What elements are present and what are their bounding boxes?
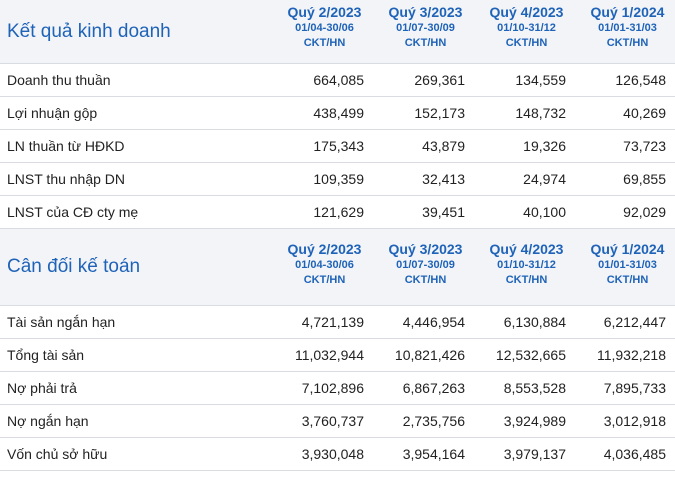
period-header: Quý 2/2023 01/04-30/06 CKT/HN	[274, 0, 375, 63]
row-value: 69,855	[623, 171, 666, 187]
period-range: 01/01-31/03	[598, 22, 657, 34]
period-quarter[interactable]: Quý 1/2024	[577, 241, 675, 257]
row-value: 438,499	[313, 105, 364, 121]
row-value: 11,932,218	[596, 347, 666, 363]
row-value: 3,012,918	[603, 413, 666, 429]
balance-sheet-header: Cân đối kế toán Quý 2/2023 01/04-30/06 C…	[0, 229, 675, 306]
row-value: 269,361	[414, 72, 465, 88]
row-value: 39,451	[422, 204, 465, 220]
row-value: 3,954,164	[402, 446, 465, 462]
table-row: Tài sản ngắn hạn 4,721,139 4,446,954 6,1…	[0, 306, 675, 339]
period-quarter[interactable]: Quý 3/2023	[375, 4, 476, 20]
period-header: Quý 4/2023 01/10-31/12 CKT/HN	[476, 0, 577, 63]
period-quarter[interactable]: Quý 4/2023	[476, 241, 577, 257]
row-value: 10,821,426	[394, 347, 465, 363]
period-quarter[interactable]: Quý 2/2023	[274, 4, 375, 20]
period-quarter[interactable]: Quý 2/2023	[274, 241, 375, 257]
row-value: 7,102,896	[301, 380, 364, 396]
table-row: LNST thu nhập DN 109,359 32,413 24,974 6…	[0, 163, 675, 196]
row-label[interactable]: Vốn chủ sở hữu	[0, 446, 267, 462]
period-unit: CKT/HN	[404, 37, 447, 49]
row-value: 3,924,989	[503, 413, 566, 429]
period-header: Quý 3/2023 01/07-30/09 CKT/HN	[375, 0, 476, 63]
row-label[interactable]: Lợi nhuận gộp	[0, 105, 267, 121]
row-value: 3,979,137	[503, 446, 566, 462]
row-value: 92,029	[623, 204, 666, 220]
row-value: 7,895,733	[603, 380, 666, 396]
table-row: Vốn chủ sở hữu 3,930,048 3,954,164 3,979…	[0, 438, 675, 471]
row-label[interactable]: Tổng tài sản	[0, 347, 267, 363]
row-value: 152,173	[414, 105, 465, 121]
income-statement-section: Kết quả kinh doanh Quý 2/2023 01/04-30/0…	[0, 0, 675, 229]
row-value: 40,269	[623, 105, 666, 121]
period-unit: CKT/HN	[606, 274, 649, 286]
row-value: 4,721,139	[301, 314, 364, 330]
row-value: 126,548	[615, 72, 666, 88]
table-row: LN thuần từ HĐKD 175,343 43,879 19,326 7…	[0, 130, 675, 163]
row-value: 43,879	[422, 138, 465, 154]
period-range: 01/10-31/12	[497, 259, 556, 271]
row-value: 3,930,048	[301, 446, 364, 462]
table-row: Tổng tài sản 11,032,944 10,821,426 12,53…	[0, 339, 675, 372]
row-value: 6,867,263	[402, 380, 465, 396]
period-header: Quý 4/2023 01/10-31/12 CKT/HN	[476, 229, 577, 305]
row-value: 8,553,528	[503, 380, 566, 396]
balance-sheet-section: Cân đối kế toán Quý 2/2023 01/04-30/06 C…	[0, 229, 675, 471]
row-label[interactable]: Tài sản ngắn hạn	[0, 314, 267, 330]
period-range: 01/07-30/09	[396, 22, 455, 34]
row-value: 40,100	[523, 204, 566, 220]
row-value: 134,559	[515, 72, 566, 88]
row-label[interactable]: LN thuần từ HĐKD	[0, 138, 267, 154]
row-value: 12,532,665	[495, 347, 566, 363]
period-range: 01/10-31/12	[497, 22, 556, 34]
table-row: Doanh thu thuần 664,085 269,361 134,559 …	[0, 64, 675, 97]
period-header: Quý 3/2023 01/07-30/09 CKT/HN	[375, 229, 476, 305]
income-statement-title: Kết quả kinh doanh	[7, 20, 171, 42]
table-row: Nợ ngắn hạn 3,760,737 2,735,756 3,924,98…	[0, 405, 675, 438]
row-value: 109,359	[313, 171, 364, 187]
row-value: 24,974	[523, 171, 566, 187]
period-quarter[interactable]: Quý 3/2023	[375, 241, 476, 257]
period-header: Quý 1/2024 01/01-31/03 CKT/HN	[577, 229, 675, 305]
row-value: 11,032,944	[294, 347, 364, 363]
row-value: 4,446,954	[402, 314, 465, 330]
row-value: 73,723	[623, 138, 666, 154]
period-range: 01/04-30/06	[295, 259, 354, 271]
row-value: 4,036,485	[603, 446, 666, 462]
period-range: 01/01-31/03	[598, 259, 657, 271]
row-value: 6,130,884	[503, 314, 566, 330]
period-range: 01/07-30/09	[396, 259, 455, 271]
period-unit: CKT/HN	[505, 37, 548, 49]
row-label[interactable]: LNST thu nhập DN	[0, 171, 267, 187]
period-header: Quý 1/2024 01/01-31/03 CKT/HN	[577, 0, 675, 63]
row-value: 2,735,756	[402, 413, 465, 429]
row-value: 6,212,447	[603, 314, 666, 330]
period-unit: CKT/HN	[303, 37, 346, 49]
row-label[interactable]: LNST của CĐ cty mẹ	[0, 204, 267, 220]
period-unit: CKT/HN	[505, 274, 548, 286]
table-row: Nợ phải trả 7,102,896 6,867,263 8,553,52…	[0, 372, 675, 405]
row-label[interactable]: Nợ ngắn hạn	[0, 413, 267, 429]
row-value: 148,732	[515, 105, 566, 121]
period-quarter[interactable]: Quý 4/2023	[476, 4, 577, 20]
table-row: Lợi nhuận gộp 438,499 152,173 148,732 40…	[0, 97, 675, 130]
table-row: LNST của CĐ cty mẹ 121,629 39,451 40,100…	[0, 196, 675, 229]
period-unit: CKT/HN	[404, 274, 447, 286]
row-value: 32,413	[422, 171, 465, 187]
period-quarter[interactable]: Quý 1/2024	[577, 4, 675, 20]
period-header: Quý 2/2023 01/04-30/06 CKT/HN	[274, 229, 375, 305]
period-range: 01/04-30/06	[295, 22, 354, 34]
row-value: 664,085	[313, 72, 364, 88]
balance-sheet-title: Cân đối kế toán	[7, 256, 141, 277]
row-value: 175,343	[313, 138, 364, 154]
period-unit: CKT/HN	[606, 37, 649, 49]
row-label[interactable]: Doanh thu thuần	[0, 72, 267, 88]
income-statement-header: Kết quả kinh doanh Quý 2/2023 01/04-30/0…	[0, 0, 675, 64]
row-value: 19,326	[523, 138, 566, 154]
period-unit: CKT/HN	[303, 274, 346, 286]
row-value: 121,629	[313, 204, 364, 220]
row-label[interactable]: Nợ phải trả	[0, 380, 267, 396]
row-value: 3,760,737	[301, 413, 364, 429]
